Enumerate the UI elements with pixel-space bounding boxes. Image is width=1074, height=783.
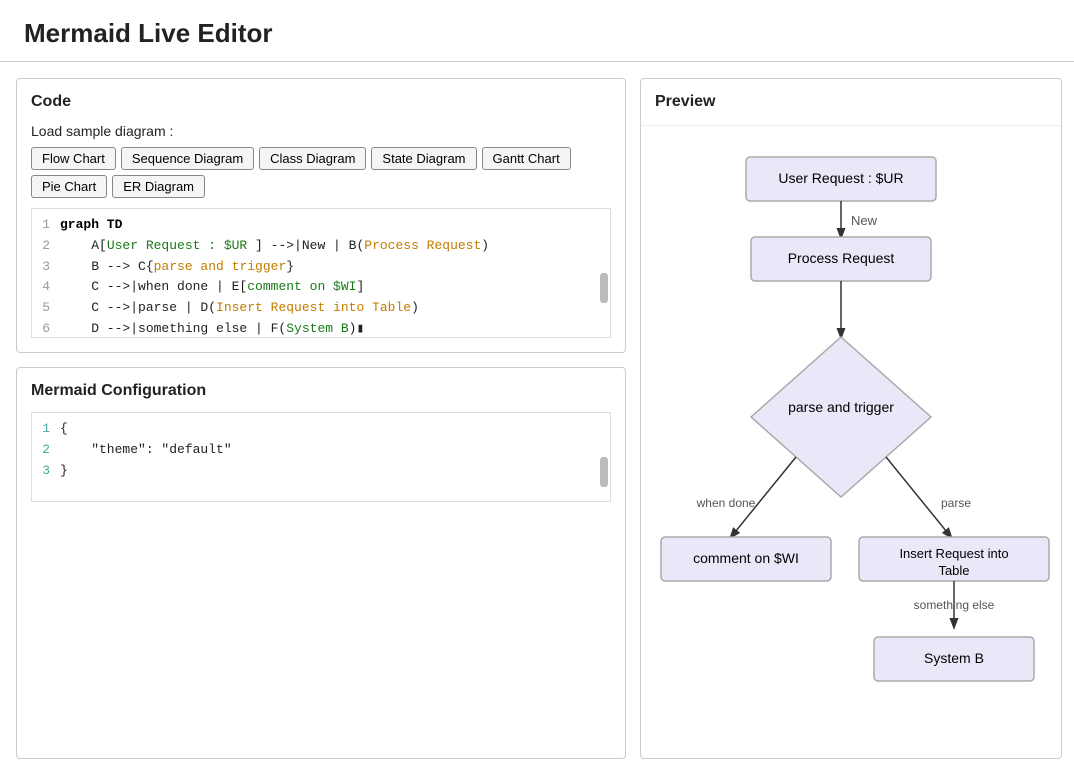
config-scrollbar[interactable] — [600, 457, 608, 487]
sample-buttons: Flow Chart Sequence Diagram Class Diagra… — [31, 147, 611, 198]
code-line-3: 3 B --> C{parse and trigger} — [36, 257, 606, 278]
right-panel: Preview User Request : $UR New Process R… — [640, 78, 1062, 759]
svg-text:parse: parse — [941, 496, 971, 510]
config-editor[interactable]: 1 { 2 "theme": "default" 3 } — [31, 412, 611, 502]
svg-text:User Request : $UR: User Request : $UR — [778, 170, 903, 186]
svg-text:Table: Table — [938, 563, 969, 578]
btn-gantt-chart[interactable]: Gantt Chart — [482, 147, 571, 170]
config-panel: Mermaid Configuration 1 { 2 "theme": "de… — [16, 367, 626, 759]
config-line-2: 2 "theme": "default" — [36, 440, 606, 461]
svg-text:Insert Request into: Insert Request into — [899, 546, 1008, 561]
config-panel-title: Mermaid Configuration — [31, 382, 611, 400]
svg-text:New: New — [851, 213, 878, 228]
svg-text:System B: System B — [924, 650, 984, 666]
code-line-5: 5 C -->|parse | D(Insert Request into Ta… — [36, 298, 606, 319]
load-label: Load sample diagram : — [31, 123, 611, 139]
svg-text:comment on $WI: comment on $WI — [693, 550, 799, 566]
code-editor[interactable]: 1 graph TD 2 A[User Request : $UR ] -->|… — [31, 208, 611, 338]
preview-content: User Request : $UR New Process Request p… — [641, 126, 1061, 758]
svg-text:something else: something else — [914, 598, 995, 612]
code-line-1: 1 graph TD — [36, 215, 606, 236]
code-line-2: 2 A[User Request : $UR ] -->|New | B(Pro… — [36, 236, 606, 257]
code-line-4: 4 C -->|when done | E[comment on $WI] — [36, 277, 606, 298]
left-panel: Code Load sample diagram : Flow Chart Se… — [16, 78, 626, 759]
code-panel: Code Load sample diagram : Flow Chart Se… — [16, 78, 626, 353]
svg-text:parse and trigger: parse and trigger — [788, 399, 894, 415]
btn-flow-chart[interactable]: Flow Chart — [31, 147, 116, 170]
main-layout: Code Load sample diagram : Flow Chart Se… — [0, 62, 1074, 775]
btn-class-diagram[interactable]: Class Diagram — [259, 147, 366, 170]
app-header: Mermaid Live Editor — [0, 0, 1074, 62]
btn-pie-chart[interactable]: Pie Chart — [31, 175, 107, 198]
scrollbar[interactable] — [600, 273, 608, 303]
svg-text:when done: when done — [696, 496, 756, 510]
btn-er-diagram[interactable]: ER Diagram — [112, 175, 205, 198]
svg-text:Process Request: Process Request — [788, 250, 895, 266]
code-panel-title: Code — [31, 93, 611, 111]
btn-state-diagram[interactable]: State Diagram — [371, 147, 476, 170]
config-line-1: 1 { — [36, 419, 606, 440]
app-title: Mermaid Live Editor — [24, 18, 1050, 49]
btn-sequence-diagram[interactable]: Sequence Diagram — [121, 147, 254, 170]
config-line-3: 3 } — [36, 461, 606, 482]
preview-title: Preview — [641, 79, 1061, 126]
flowchart-svg: User Request : $UR New Process Request p… — [641, 147, 1061, 737]
code-line-6: 6 D -->|something else | F(System B)▮ — [36, 319, 606, 338]
